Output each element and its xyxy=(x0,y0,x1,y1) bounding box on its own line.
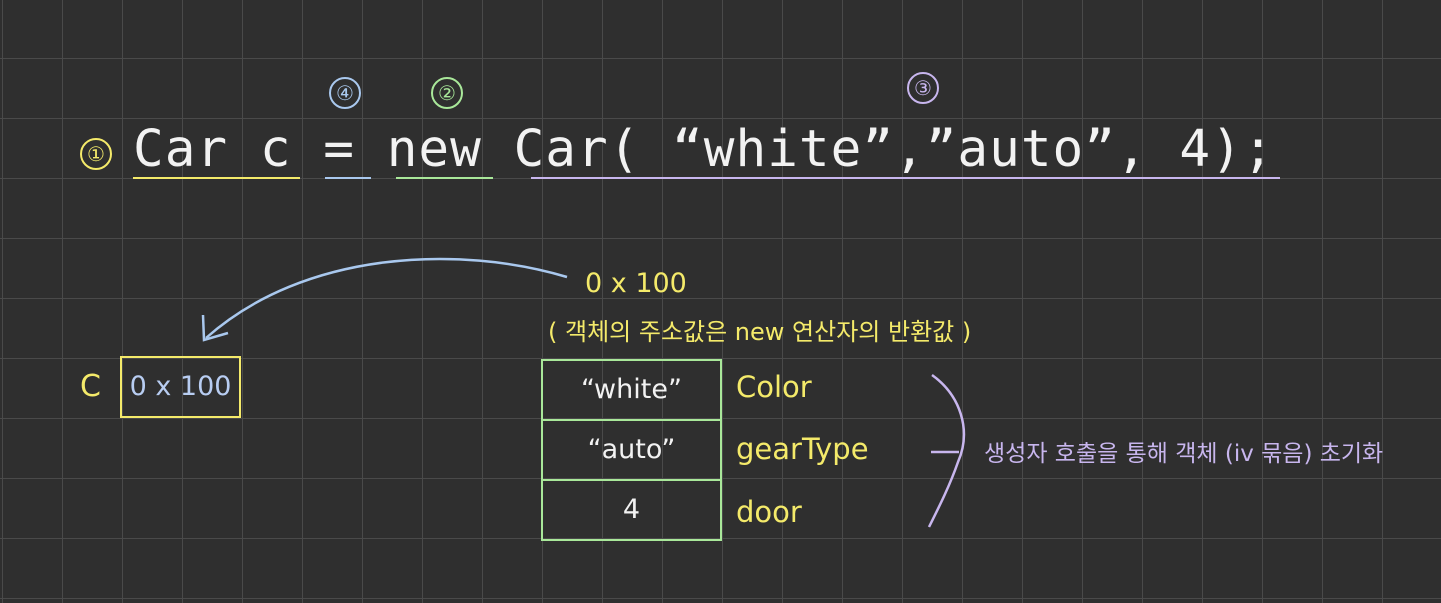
field-geartype: gearType xyxy=(736,432,869,466)
object-cell-color: “white” xyxy=(543,361,720,421)
object-cell-door: 4 xyxy=(622,494,641,525)
address-label: 0 x 100 xyxy=(585,268,687,299)
object-box: “white” “auto” 4 xyxy=(541,359,722,541)
address-note: ( 객체의 주소값은 new 연산자의 반환값 ) xyxy=(548,318,972,346)
field-door: door xyxy=(736,495,802,529)
address-arrow xyxy=(205,257,568,339)
constructor-note: 생성자 호출을 통해 객체 (iv 묶음) 초기화 xyxy=(984,441,1384,467)
reference-variable-name: C xyxy=(80,369,101,404)
field-color: Color xyxy=(736,370,812,404)
object-cell-geartype: “auto” xyxy=(543,421,720,481)
reference-box: 0 x 100 xyxy=(120,356,241,418)
